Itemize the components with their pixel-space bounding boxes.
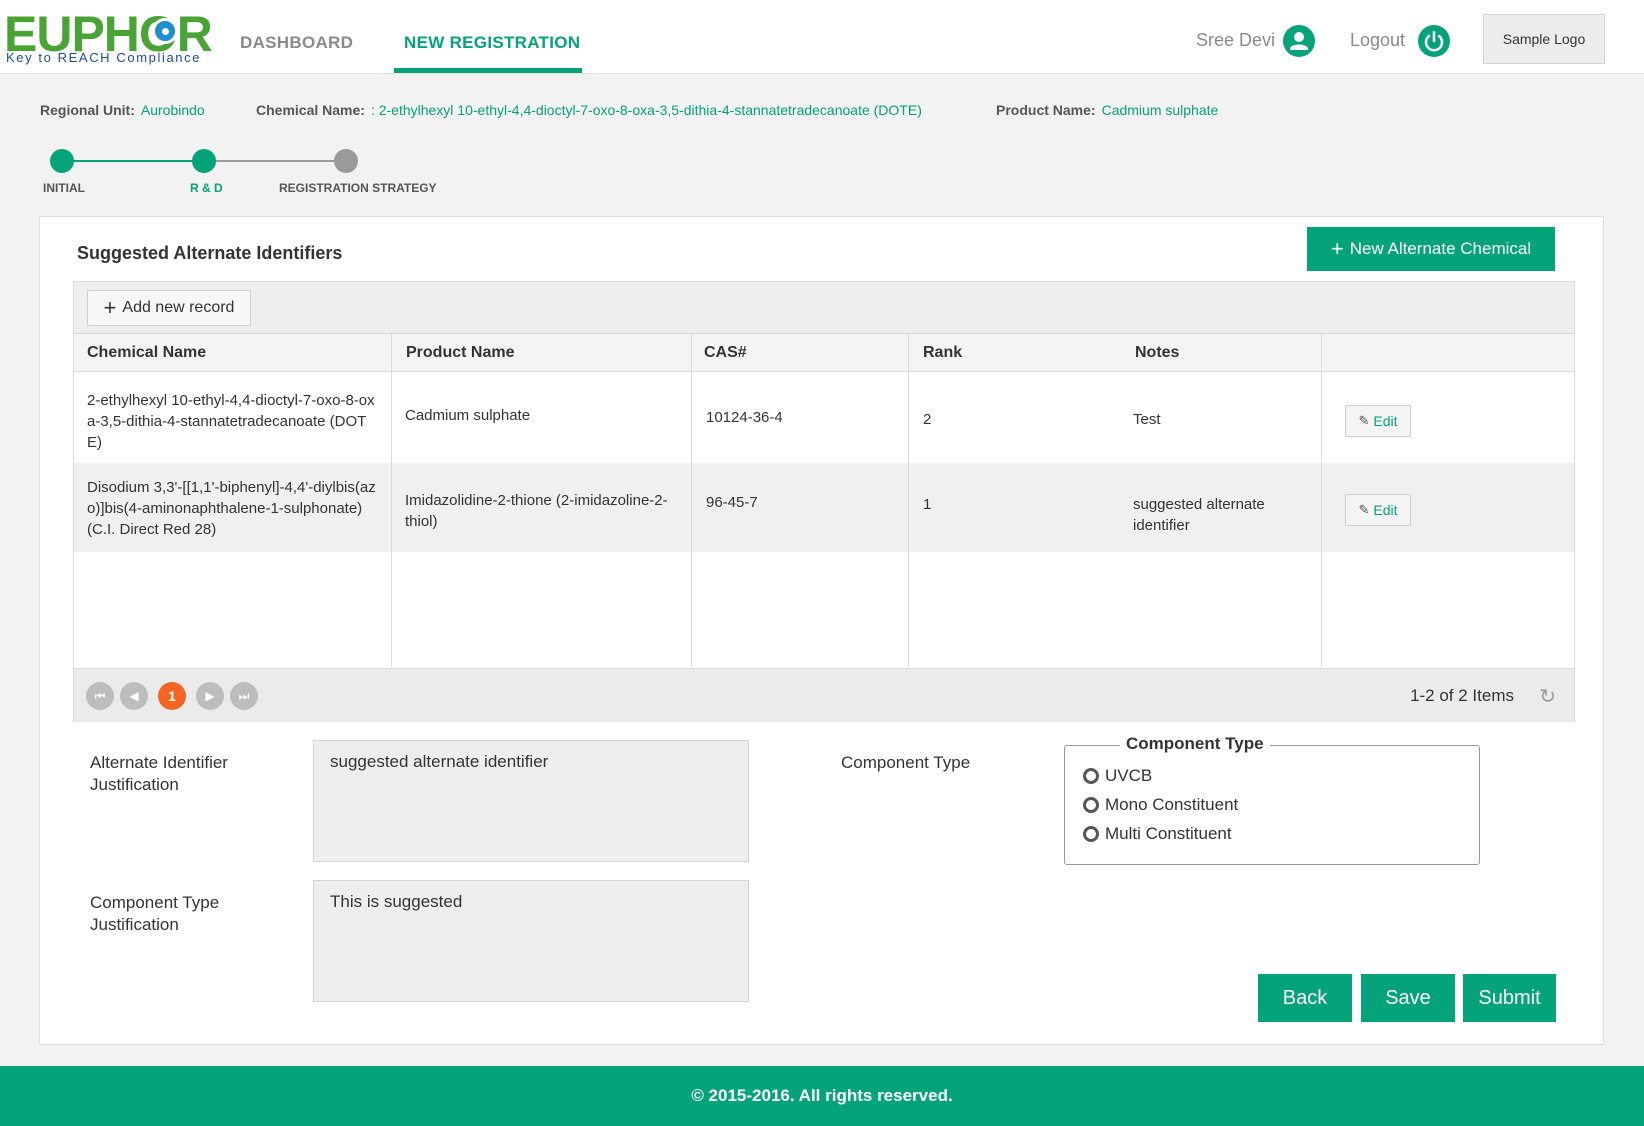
nav-dashboard[interactable]: DASHBOARD (240, 33, 353, 53)
cell-rank: 2 (923, 411, 932, 428)
euphor-logo[interactable]: EUPHOR Key to REACH Compliance (4, 6, 216, 68)
stepper-line-pending (204, 160, 346, 162)
stepper-line-complete (62, 160, 204, 162)
alt-justification-textarea[interactable]: suggested alternate identifier (313, 740, 749, 862)
radio-mono-constituent[interactable]: Mono Constituent (1083, 795, 1238, 815)
step-initial-label: INITIAL (43, 181, 85, 195)
cell-notes: Test (1133, 411, 1161, 428)
pencil-icon: ✎ (1358, 413, 1370, 428)
step-initial-dot[interactable] (50, 149, 74, 173)
logo-drop-icon (152, 18, 178, 44)
column-divider (391, 334, 392, 667)
product-name-label: Product Name: (996, 102, 1096, 118)
page-number-button[interactable]: 1 (158, 682, 186, 710)
panel-title: Suggested Alternate Identifiers (77, 243, 343, 263)
pencil-icon: ✎ (1358, 502, 1370, 517)
chemical-name-label: Chemical Name: (256, 102, 365, 118)
sample-logo: Sample Logo (1483, 14, 1605, 64)
radio-multi-constituent-label: Multi Constituent (1105, 824, 1232, 843)
radio-mono-constituent-label: Mono Constituent (1105, 795, 1239, 814)
column-header-rank[interactable]: Rank (923, 344, 962, 362)
column-divider (908, 334, 909, 667)
alt-justification-label: Alternate Identifier Justification (90, 753, 228, 794)
plus-icon: + (103, 295, 117, 320)
power-icon[interactable] (1418, 25, 1450, 57)
alternate-identifiers-grid: + Add new record Chemical Name Product N… (73, 281, 1575, 722)
save-button[interactable]: Save (1361, 974, 1455, 1022)
column-header-chemical-name[interactable]: Chemical Name (87, 344, 206, 362)
component-type-fieldset: Component Type UVCB Mono Constituent Mul… (1064, 734, 1480, 865)
chemical-name-value: : 2-ethylhexyl 10-ethyl-4,4-dioctyl-7-ox… (370, 102, 922, 118)
cell-cas: 96-45-7 (706, 494, 758, 511)
active-nav-indicator (394, 68, 582, 73)
footer: © 2015-2016. All rights reserved. (0, 1066, 1644, 1126)
user-icon[interactable] (1283, 25, 1315, 57)
radio-uvcb-label: UVCB (1105, 766, 1153, 785)
cell-rank: 1 (923, 496, 932, 513)
nav-new-registration[interactable]: NEW REGISTRATION (404, 33, 580, 53)
edit-button[interactable]: ✎ Edit (1345, 405, 1411, 437)
submit-button[interactable]: Submit (1463, 974, 1556, 1022)
component-type-label: Component Type (841, 753, 971, 772)
new-alternate-chemical-label: New Alternate Chemical (1349, 239, 1532, 258)
top-header: EUPHOR Key to REACH Compliance DASHBOARD… (0, 0, 1644, 74)
step-rd-dot[interactable] (192, 149, 216, 173)
prev-page-icon[interactable]: ◀ (120, 682, 148, 710)
column-header-notes[interactable]: Notes (1135, 344, 1179, 362)
radio-circle-icon[interactable] (1083, 826, 1099, 842)
step-registration-strategy-label: REGISTRATION STRATEGY (279, 181, 437, 195)
new-alternate-chemical-button[interactable]: + New Alternate Chemical (1307, 227, 1555, 271)
plus-icon: + (1330, 236, 1344, 261)
regional-unit-value: Aurobindo (140, 102, 205, 118)
edit-label: Edit (1373, 413, 1398, 429)
chemical-name-info: Chemical Name: : 2-ethylhexyl 10-ethyl-4,… (256, 102, 922, 118)
column-header-cas[interactable]: CAS# (704, 344, 747, 362)
radio-multi-constituent[interactable]: Multi Constituent (1083, 824, 1232, 844)
table-row[interactable]: 2-ethylhexyl 10-ethyl-4,4-dioctyl-7-oxo-… (74, 372, 1574, 463)
logo-tagline: Key to REACH Compliance (6, 50, 202, 65)
next-page-icon[interactable]: ▶ (196, 682, 224, 710)
pager-info: 1-2 of 2 Items (1410, 686, 1514, 705)
radio-circle-icon[interactable] (1083, 797, 1099, 813)
component-justification-textarea[interactable]: This is suggested (313, 880, 749, 1002)
cell-chemical-name: 2-ethylhexyl 10-ethyl-4,4-dioctyl-7-oxo-… (87, 392, 375, 451)
copyright-text: © 2015-2016. All rights reserved. (691, 1086, 953, 1105)
add-new-record-label: Add new record (122, 299, 235, 316)
component-type-legend: Component Type (1120, 734, 1270, 754)
last-page-icon[interactable]: ⏭ (230, 682, 258, 710)
grid-pager: ⏮ ◀ 1 ▶ ⏭ 1-2 of 2 Items ↻ (74, 668, 1574, 722)
cell-chemical-name: Disodium 3,3'-[[1,1'-biphenyl]-4,4'-diyl… (87, 479, 376, 538)
cell-product-name: Cadmium sulphate (405, 407, 531, 424)
back-button[interactable]: Back (1258, 974, 1352, 1022)
regional-unit-info: Regional Unit: Aurobindo (40, 102, 205, 118)
first-page-icon[interactable]: ⏮ (86, 682, 114, 710)
regional-unit-label: Regional Unit: (40, 102, 135, 118)
product-name-value: Cadmium sulphate (1101, 102, 1219, 118)
grid-toolbar: + Add new record (74, 282, 1574, 334)
cell-cas: 10124-36-4 (706, 409, 783, 426)
radio-circle-icon[interactable] (1083, 768, 1099, 784)
edit-button[interactable]: ✎ Edit (1345, 494, 1411, 526)
logout-link[interactable]: Logout (1350, 30, 1405, 51)
cell-notes: suggested alternate identifier (1133, 496, 1265, 534)
column-divider (691, 334, 692, 667)
table-row[interactable]: Disodium 3,3'-[[1,1'-biphenyl]-4,4'-diyl… (74, 463, 1574, 552)
step-rd-label: R & D (190, 181, 223, 195)
edit-label: Edit (1373, 502, 1398, 518)
radio-uvcb[interactable]: UVCB (1083, 766, 1152, 786)
column-divider (1321, 334, 1322, 667)
column-header-product-name[interactable]: Product Name (406, 344, 514, 362)
user-name[interactable]: Sree Devi (1196, 30, 1275, 51)
step-registration-strategy-dot[interactable] (334, 149, 358, 173)
add-new-record-button[interactable]: + Add new record (87, 290, 251, 326)
cell-product-name: Imidazolidine-2-thione (2-imidazoline-2-… (405, 492, 668, 530)
component-justification-label: Component Type Justification (90, 893, 220, 934)
refresh-icon[interactable]: ↻ (1539, 684, 1556, 709)
grid-header: Chemical Name Product Name CAS# Rank Not… (74, 334, 1574, 372)
product-name-info: Product Name: Cadmium sulphate (996, 102, 1218, 118)
